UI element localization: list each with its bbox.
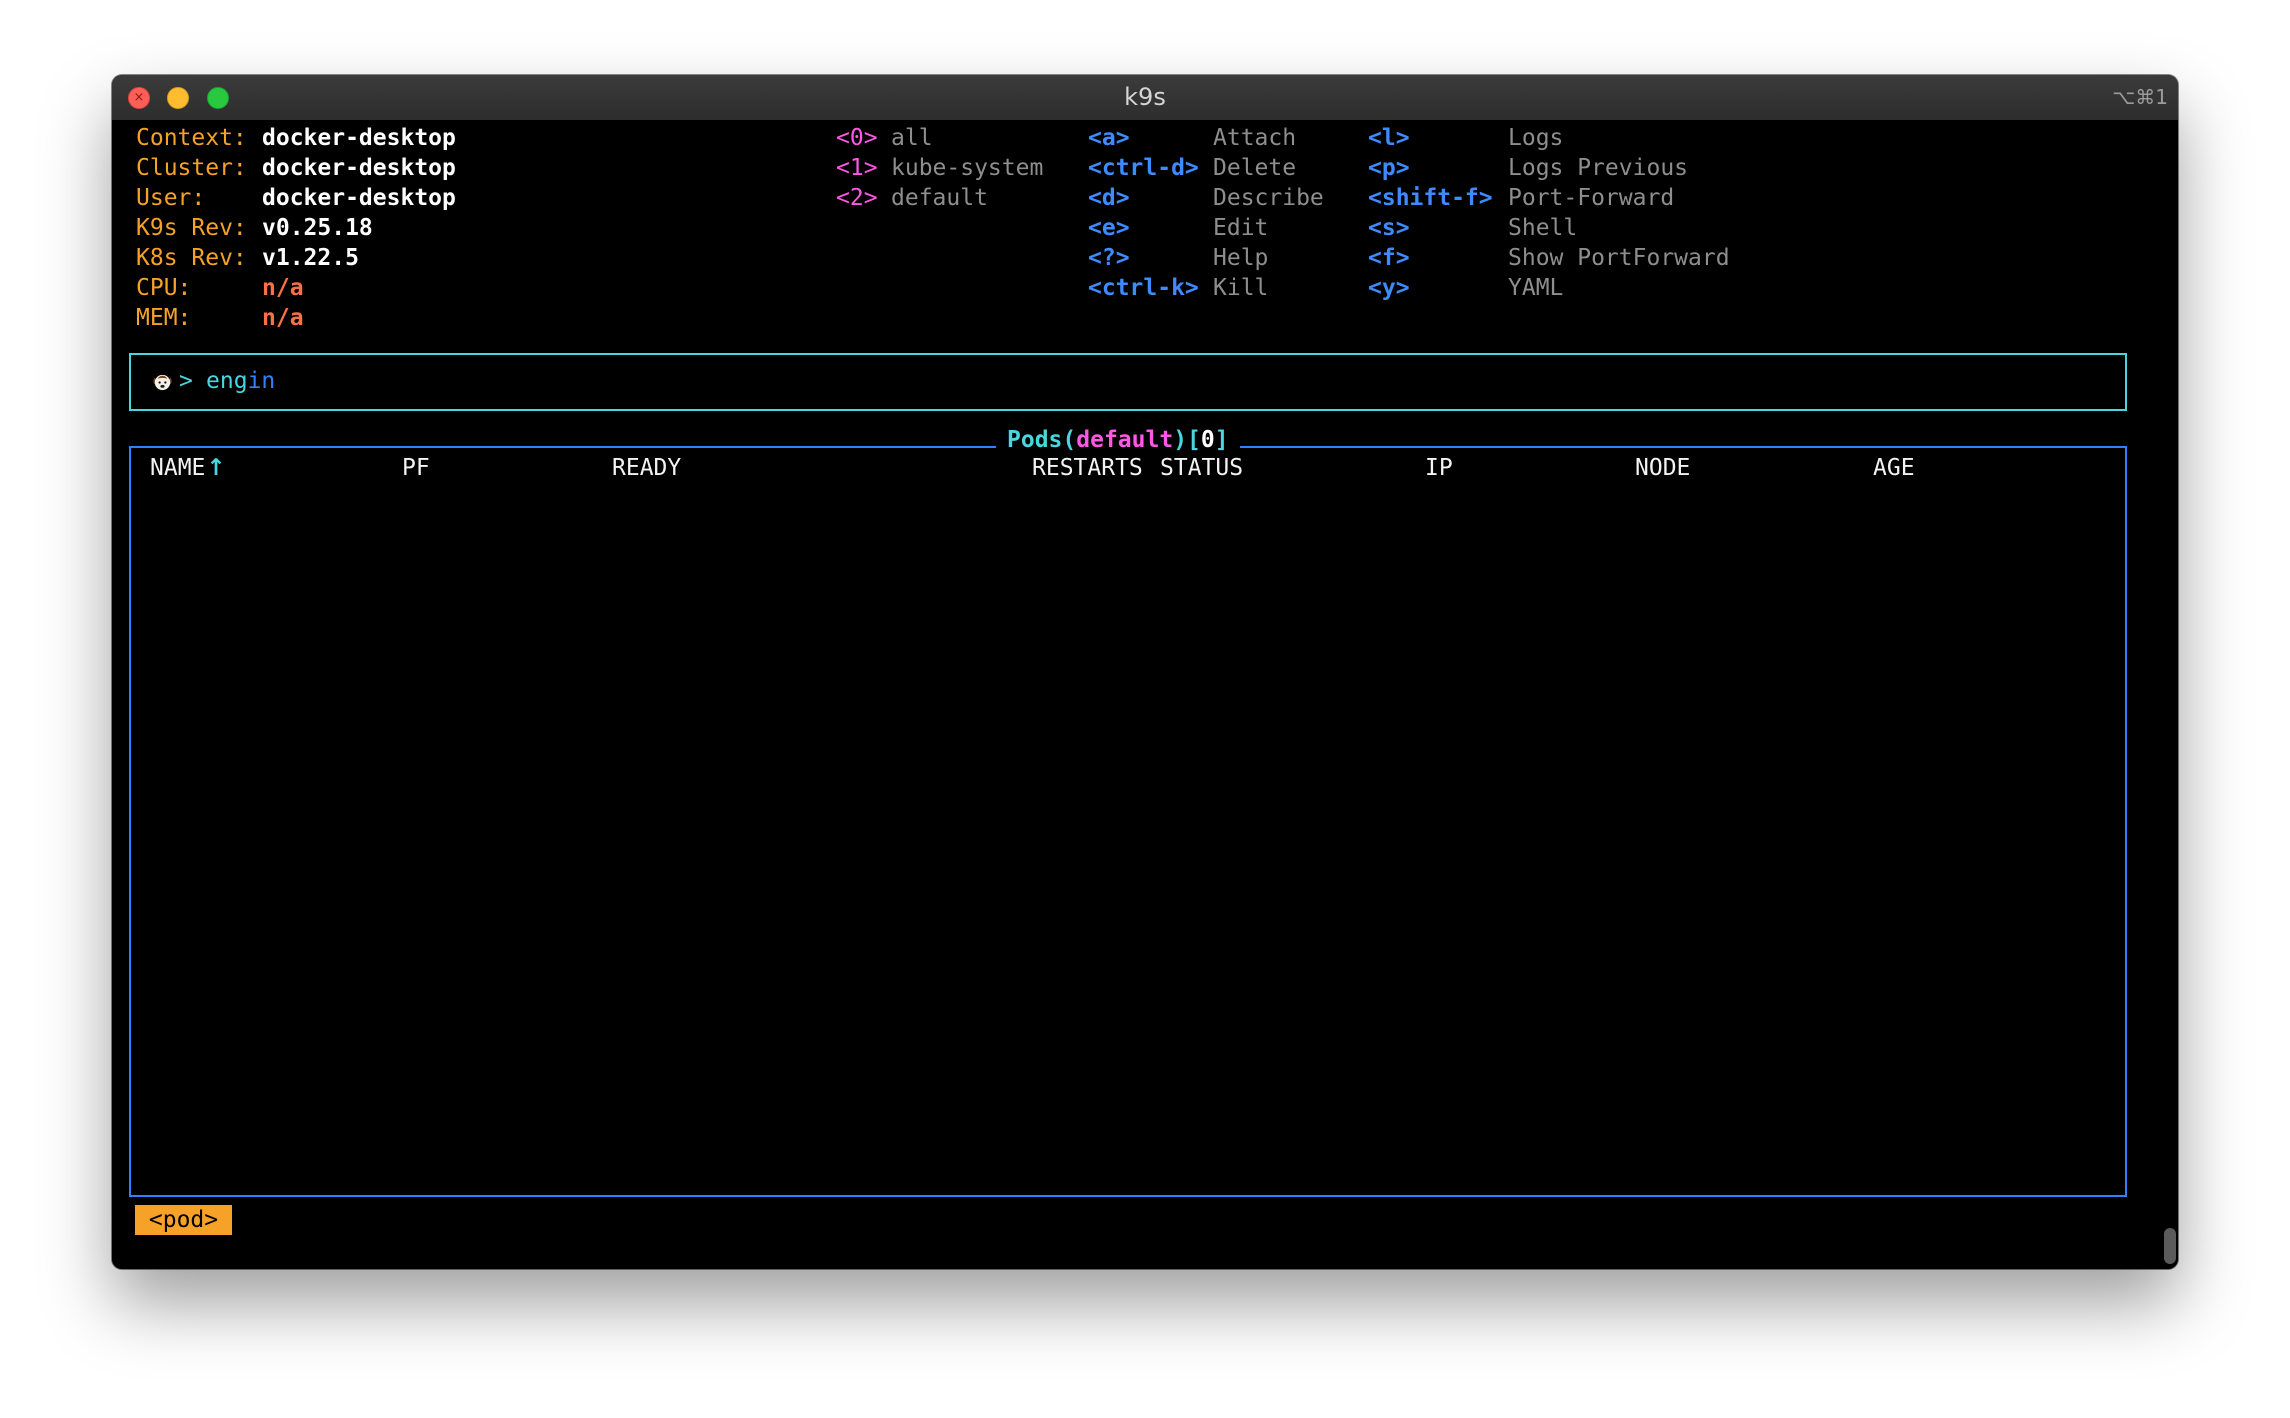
action-label: Delete [1213,155,1297,181]
context-label: Context: [136,125,247,151]
namespace-open-paren: ( [1062,427,1077,453]
cpu-label: CPU: [136,275,192,301]
action-label: Describe [1213,185,1324,211]
title-bar: × k9s ⌥⌘1 [112,75,2178,121]
namespace-label: all [891,125,933,151]
action-label: Show PortForward [1508,245,1730,271]
pods-table-title: Pods(default)[0] [996,425,1240,455]
action-key: <f> [1368,245,1410,271]
sort-ascending-icon: ↑ [206,455,226,481]
command-input-box[interactable]: > engin [129,353,2127,411]
action-key: <d> [1088,185,1130,211]
count-open-bracket: [ [1187,427,1201,453]
action-label: Port-Forward [1508,185,1675,211]
memory-value: n/a [262,305,304,331]
column-restarts[interactable]: RESTARTS [1032,453,1143,483]
action-key: <shift-f> [1368,185,1493,211]
user-value: docker-desktop [262,185,456,211]
action-key: <ctrl-d> [1088,155,1199,181]
memory-label: MEM: [136,305,192,331]
count-close-bracket: ] [1214,427,1229,453]
k9s-revision-label: K9s Rev: [136,215,247,241]
pod-count: 0 [1200,427,1215,453]
action-label: Kill [1213,275,1269,301]
context-value: docker-desktop [262,125,456,151]
action-key: <y> [1368,275,1410,301]
pods-table-frame[interactable] [129,446,2127,1197]
terminal-window: × k9s ⌥⌘1 Context: docker-desktop Cluste… [112,75,2178,1269]
pods-table-header: NAME↑ PF READY RESTARTS STATUS IP NODE A… [150,453,2110,483]
k9s-terminal[interactable]: Context: docker-desktop Cluster: docker-… [112,120,2178,1269]
column-status[interactable]: STATUS [1160,453,1243,483]
action-key: <e> [1088,215,1130,241]
action-label: Logs [1508,125,1564,151]
column-ip[interactable]: IP [1425,453,1453,483]
k8s-revision-label: K8s Rev: [136,245,247,271]
column-ready[interactable]: READY [612,453,681,483]
namespace-close-paren: ) [1173,427,1188,453]
action-label: YAML [1508,275,1564,301]
action-key: <l> [1368,125,1410,151]
window-title: k9s [1124,83,1166,111]
namespace-key: <1> [836,155,878,181]
user-label: User: [136,185,206,211]
action-label: Help [1213,245,1269,271]
action-label: Edit [1213,215,1269,241]
action-label: Shell [1508,215,1578,241]
command-suggestion: in [247,368,276,394]
k9s-revision-value: v0.25.18 [262,215,373,241]
window-shortcut: ⌥⌘1 [2112,85,2168,109]
action-key: <s> [1368,215,1410,241]
selected-namespace: default [1076,427,1174,453]
cluster-label: Cluster: [136,155,247,181]
terminal-scrollbar[interactable] [2164,1228,2176,1264]
action-label: Attach [1213,125,1297,151]
action-label: Logs Previous [1508,155,1689,181]
resource-name: Pods [1007,427,1063,453]
namespace-label: kube-system [891,155,1044,181]
namespace-key: <0> [836,125,878,151]
namespace-key: <2> [836,185,878,211]
action-key: <ctrl-k> [1088,275,1199,301]
command-input-text[interactable]: engin [206,366,275,396]
column-pf[interactable]: PF [402,453,430,483]
typed-command: eng [206,368,248,394]
column-name[interactable]: NAME↑ [150,453,226,483]
column-age[interactable]: AGE [1873,453,1915,483]
column-node[interactable]: NODE [1635,453,1690,483]
namespace-label: default [891,185,988,211]
action-key: <?> [1088,245,1130,271]
resource-breadcrumb[interactable]: <pod> [135,1205,232,1235]
column-label: NAME [150,455,206,481]
cpu-value: n/a [262,275,304,301]
action-key: <p> [1368,155,1410,181]
command-prompt: > [179,368,193,394]
k8s-revision-value: v1.22.5 [262,245,359,271]
action-key: <a> [1088,125,1130,151]
cluster-value: docker-desktop [262,155,456,181]
dog-icon [153,374,172,391]
